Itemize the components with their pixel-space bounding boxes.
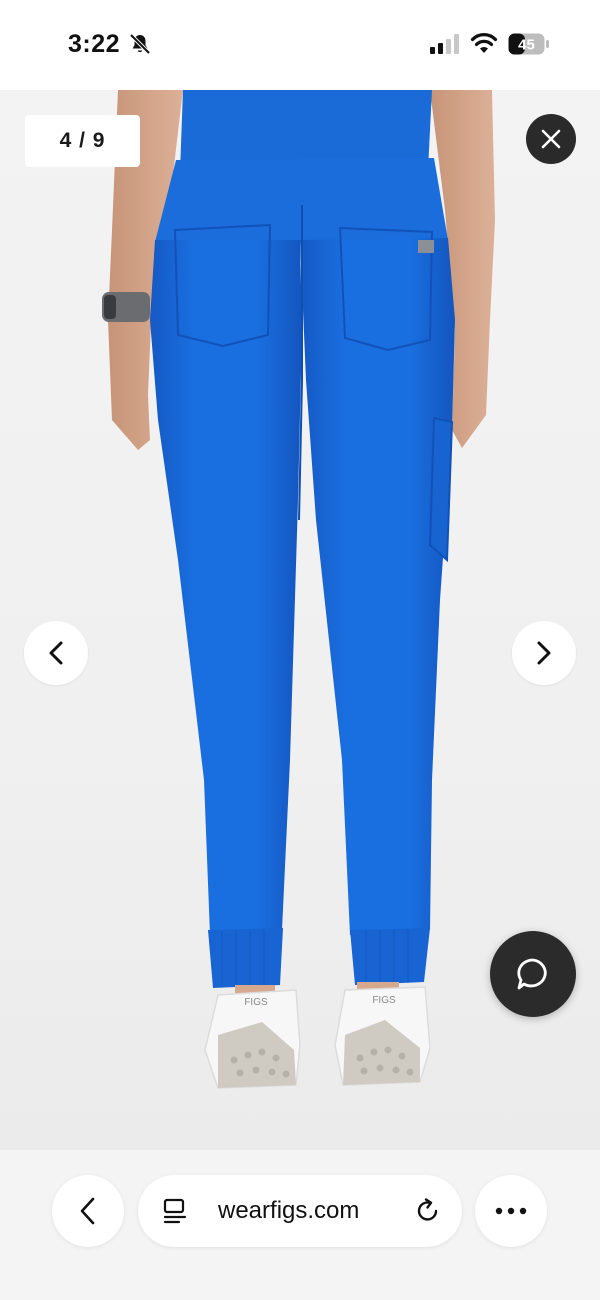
brand-tag (418, 240, 434, 253)
shoe-brand-right: FIGS (372, 995, 396, 1006)
battery-icon: 45 (508, 33, 549, 55)
left-cuff (208, 928, 283, 988)
right-cuff (350, 928, 430, 985)
previous-image-button[interactable] (24, 621, 88, 685)
url-text[interactable]: wearfigs.com (218, 1197, 359, 1225)
reload-icon[interactable] (414, 1197, 442, 1225)
chat-bubble-icon (517, 958, 547, 990)
cargo-pocket (428, 416, 454, 563)
wifi-icon (470, 33, 498, 53)
battery-level: 45 (518, 37, 535, 54)
chevron-right-icon (537, 641, 551, 665)
close-icon (541, 129, 561, 149)
next-image-button[interactable] (512, 621, 576, 685)
close-button[interactable] (526, 114, 576, 164)
chat-button[interactable] (490, 931, 576, 1017)
right-leg (300, 238, 455, 935)
browser-back-button[interactable] (52, 1175, 124, 1247)
shoe-brand-left: FIGS (244, 997, 268, 1008)
cellular-signal-icon (430, 34, 459, 54)
image-counter: 4 / 9 (25, 115, 140, 167)
status-bar: 3:22 45 (0, 0, 600, 90)
address-bar[interactable]: wearfigs.com (138, 1175, 462, 1247)
more-dots-icon (495, 1207, 527, 1215)
reader-mode-icon[interactable] (162, 1198, 188, 1224)
more-options-button[interactable] (475, 1175, 547, 1247)
bell-muted-icon (129, 33, 151, 55)
back-arrow-icon (80, 1197, 95, 1225)
clock-time: 3:22 (68, 30, 121, 58)
chevron-left-icon (49, 641, 63, 665)
